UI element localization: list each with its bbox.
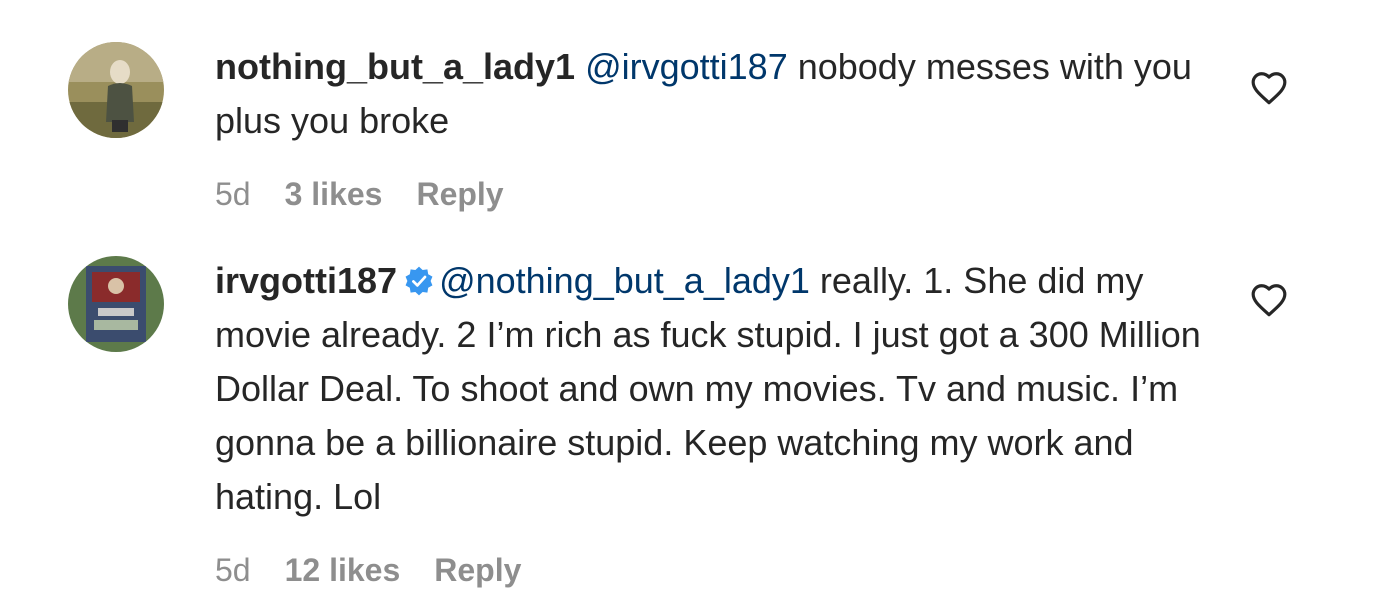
heart-outline-icon[interactable] — [1250, 282, 1288, 318]
reply-button[interactable]: Reply — [434, 552, 521, 588]
likes-count[interactable]: 12 likes — [285, 552, 401, 588]
comment-username[interactable]: nothing_but_a_lady1 — [215, 46, 575, 87]
avatar[interactable] — [68, 256, 164, 352]
avatar[interactable] — [68, 42, 164, 138]
comment-username[interactable]: irvgotti187 — [215, 260, 397, 301]
comment-time: 5d — [215, 552, 251, 588]
comment-mention[interactable]: @nothing_but_a_lady1 — [439, 260, 810, 301]
heart-outline-icon[interactable] — [1250, 70, 1288, 106]
comment-body: nothing_but_a_lady1 @irvgotti187 nobody … — [215, 40, 1215, 214]
reply-button[interactable]: Reply — [416, 176, 503, 212]
comment-meta: 5d 3 likes Reply — [215, 174, 1215, 214]
comment-body: irvgotti187 @nothing_but_a_lady1 really. … — [215, 254, 1215, 590]
likes-count[interactable]: 3 likes — [285, 176, 383, 212]
comment-meta: 5d 12 likes Reply — [215, 550, 1215, 590]
verified-badge-icon — [403, 258, 435, 296]
comment-mention[interactable]: @irvgotti187 — [585, 46, 788, 87]
comment-text-line: nothing_but_a_lady1 @irvgotti187 nobody … — [215, 40, 1215, 148]
comment-text-line: irvgotti187 @nothing_but_a_lady1 really. … — [215, 254, 1215, 524]
comment-time: 5d — [215, 176, 251, 212]
